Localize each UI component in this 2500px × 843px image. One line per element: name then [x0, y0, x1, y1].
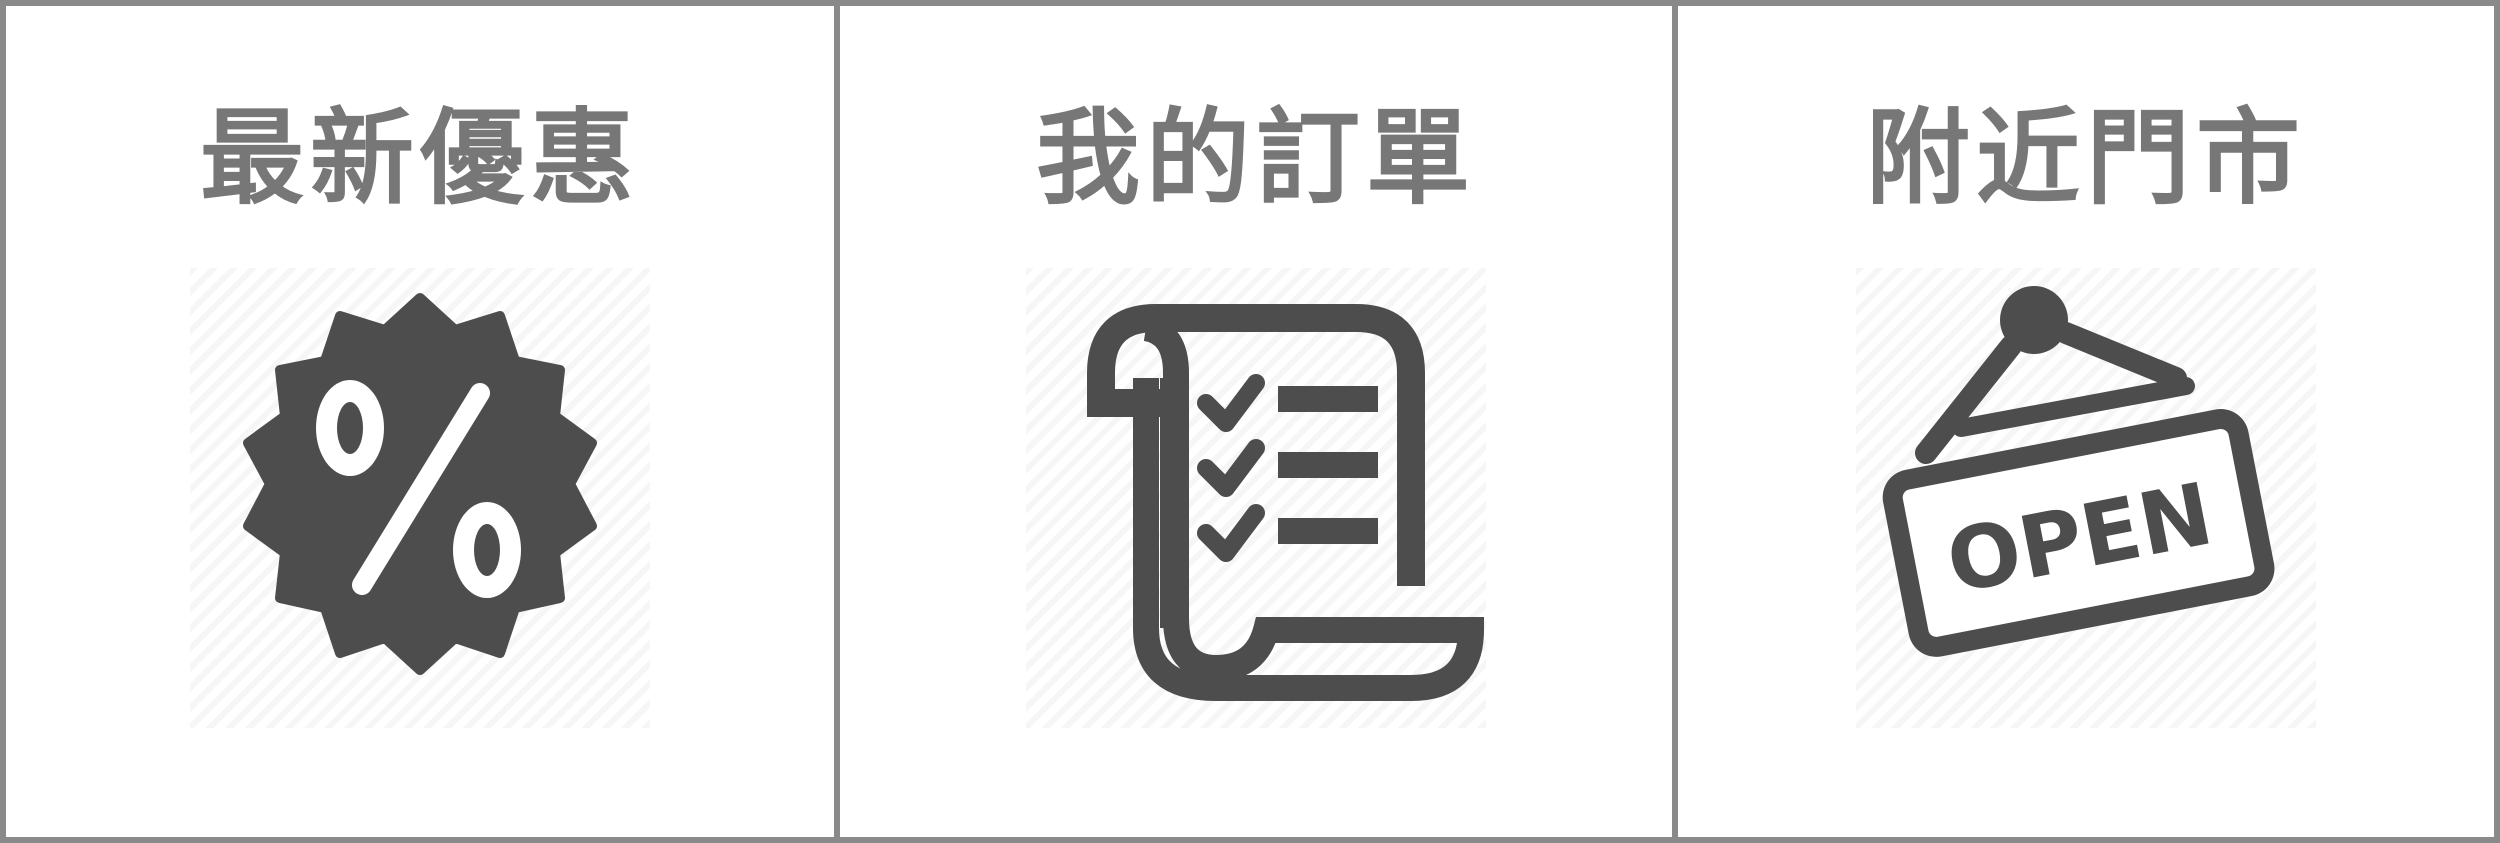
my-orders-tile[interactable]: 我的訂單 — [834, 6, 1672, 837]
latest-offers-title: 最新優惠 — [199, 97, 640, 219]
main-menu: 最新優惠 我的訂單 附近門市 OPEN — [0, 0, 2500, 843]
latest-offers-icon-area — [190, 268, 650, 728]
discount-badge-icon — [243, 293, 597, 675]
nearby-stores-icon-area: OPEN — [1856, 268, 2316, 728]
order-checklist-icon — [1087, 304, 1485, 701]
my-orders-icon-area — [1026, 268, 1486, 728]
latest-offers-tile[interactable]: 最新優惠 — [6, 6, 834, 837]
my-orders-title: 我的訂單 — [1035, 97, 1476, 219]
nearby-stores-tile[interactable]: 附近門市 OPEN — [1672, 6, 2494, 837]
open-sign-icon: OPEN — [1882, 286, 2275, 657]
nearby-stores-title: 附近門市 — [1865, 97, 2306, 219]
